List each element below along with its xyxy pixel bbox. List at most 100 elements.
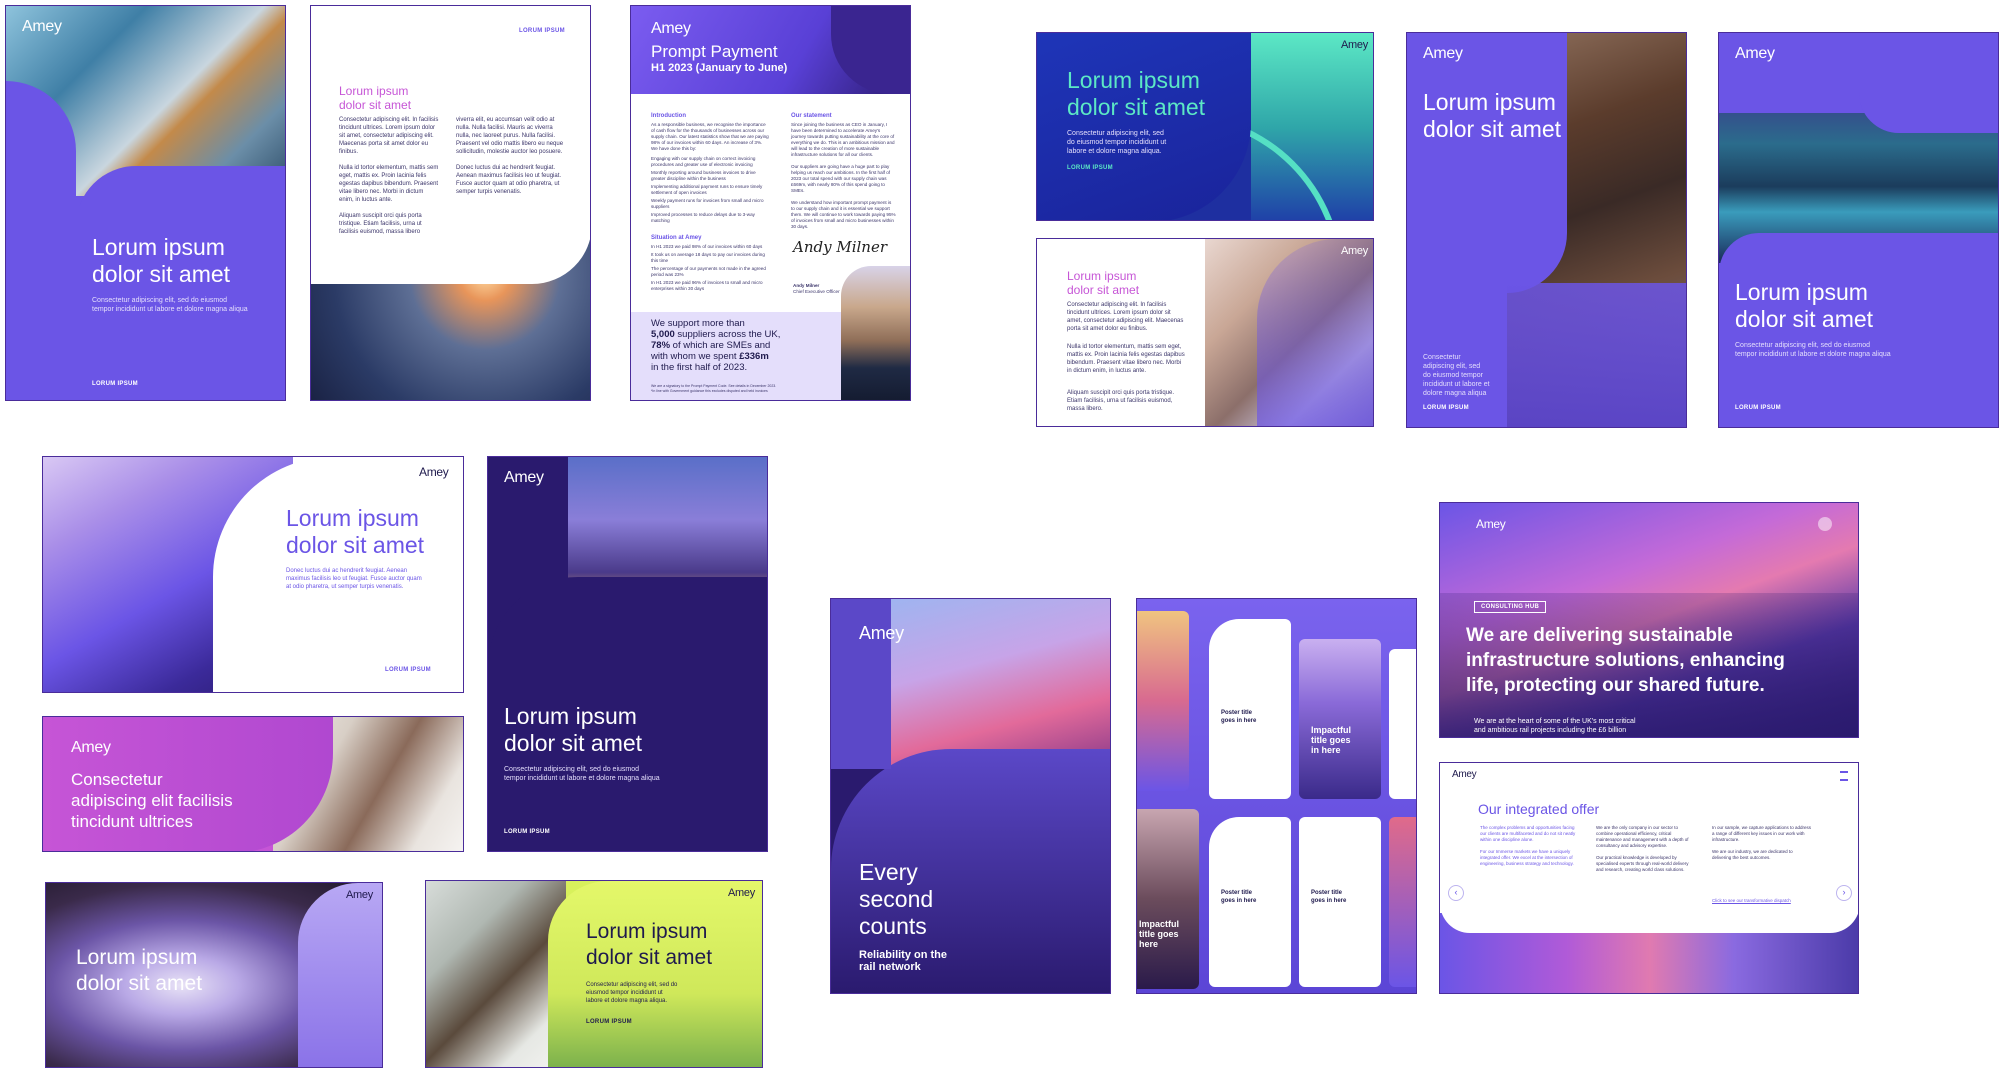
- doc-col-1: Consectetur adipiscing elit. In facilisi…: [339, 117, 439, 235]
- poster-brand: Amey: [1237, 643, 1267, 657]
- brand-logo: Amey: [504, 469, 544, 486]
- hero-title: We are delivering sustainable infrastruc…: [1466, 625, 1785, 696]
- poster-title: Impactful title goes in here: [1311, 725, 1352, 755]
- offer-col-1: The complex problems and opportunities f…: [1480, 825, 1576, 866]
- rail-subtitle: Reliability on the rail network: [859, 949, 948, 973]
- banner-title: Lorum ipsum dolor sit amet: [286, 505, 425, 558]
- banner-figure: 78%: [651, 340, 671, 351]
- poster-title: Poster title goes in here: [1221, 890, 1257, 904]
- lime-banner-card[interactable]: Amey Lorum ipsum dolor sit amet Consecte…: [425, 880, 763, 1068]
- poster: [1137, 809, 1199, 989]
- cover-card-1[interactable]: Amey Lorum ipsum dolor sit amet Consecte…: [5, 5, 286, 401]
- hamburger-icon[interactable]: [1840, 771, 1848, 781]
- situation-heading: Situation at Amey: [651, 235, 702, 241]
- magenta-banner-card[interactable]: Amey Consectetur adipiscing elit facilis…: [42, 716, 464, 852]
- bullet-item: Monthly reporting around business invoic…: [651, 170, 756, 181]
- report-title: Prompt Payment: [651, 42, 778, 61]
- banner-text: Donec luctus dui ac hendrerit feugiat. A…: [286, 568, 422, 590]
- brand-logo: Amey: [651, 20, 691, 37]
- brand-logo: Amey: [419, 465, 449, 479]
- carousel-prev-button[interactable]: ‹: [1448, 885, 1464, 901]
- poster-wall-card[interactable]: Amey Poster title goes in here Impactful…: [1136, 598, 1417, 994]
- report-footnote: We are a signatory to the Prompt Payment…: [651, 384, 777, 393]
- poster: [1389, 817, 1416, 987]
- poster-title: Impactful title goes here: [1139, 919, 1180, 949]
- cover-subtitle: Consectetur adipiscing elit, sed do eius…: [1735, 342, 1891, 358]
- offer-title: Our integrated offer: [1478, 801, 1600, 817]
- cover-title: Lorum ipsum dolor sit amet: [1735, 279, 1874, 332]
- brand-logo: Amey: [728, 887, 755, 899]
- purple-right-panel: [298, 883, 382, 1067]
- brand-logo: Amey: [1341, 245, 1368, 257]
- portrait-card-6[interactable]: Amey Lorum ipsum dolor sit amet Consecte…: [1406, 32, 1687, 428]
- tunnel-banner-card[interactable]: Amey Lorum ipsum dolor sit amet: [45, 882, 383, 1068]
- banner-title: Lorum ipsum dolor sit amet: [76, 946, 203, 995]
- signature: Andy Milner: [793, 238, 887, 256]
- hero-subtitle: We are at the heart of some of the UK's …: [1474, 718, 1636, 734]
- poster: [1299, 639, 1381, 799]
- portrait-title: Lorum ipsum dolor sit amet: [1423, 89, 1562, 142]
- offer-col-2: We are the only company in our sector to…: [1596, 825, 1689, 872]
- menu-button[interactable]: [1818, 517, 1832, 531]
- brand-logo: Amey: [1735, 45, 1775, 62]
- office-man-photo: [426, 881, 566, 1067]
- banner-tag: LORUM IPSUM: [385, 667, 431, 673]
- situation-list: In H1 2023 we paid 98% of our invoices w…: [651, 244, 769, 294]
- intro-bullets: Engaging with our supply chain on correc…: [651, 156, 769, 226]
- brand-logo: Amey: [1476, 517, 1506, 531]
- cover-title: Lorum ipsum dolor sit amet: [504, 703, 643, 756]
- cover-card-7[interactable]: Amey Lorum ipsum dolor sit amet Consecte…: [1718, 32, 1999, 428]
- lime-curve: [548, 881, 762, 1067]
- website-hero-card[interactable]: Amey CONSULTING HUB We are delivering su…: [1439, 502, 1859, 738]
- doc-paragraph-2: Nulla id tortor elementum, mattis sem eg…: [1067, 344, 1185, 374]
- bullet-item: Engaging with our supply chain on correc…: [651, 156, 756, 167]
- brand-logo: Amey: [22, 18, 62, 35]
- purple-curve: [1507, 33, 1567, 293]
- report-subtitle: H1 2023 (January to June): [651, 62, 788, 74]
- bullet-item: Implementing additional payment runs to …: [651, 184, 763, 195]
- rail-cover-card[interactable]: Amey Every second counts Reliability on …: [830, 598, 1111, 994]
- portrait-subtitle: Consectetur adipiscing elit, sed do eius…: [1423, 354, 1490, 397]
- cover-card-9[interactable]: Amey Lorum ipsum dolor sit amet Consecte…: [487, 456, 768, 852]
- banner-subtitle: Consectetur adipiscing elit, sed do eius…: [586, 982, 678, 1004]
- offer-link[interactable]: Click to see our transformative dispatch: [1712, 897, 1791, 905]
- offer-col-3: In our sample, we capture applications t…: [1712, 825, 1812, 860]
- brand-logo: Amey: [1452, 769, 1477, 780]
- prompt-payment-card[interactable]: Amey Prompt Payment H1 2023 (January to …: [630, 5, 911, 401]
- banner-title: Lorum ipsum dolor sit amet: [1067, 67, 1206, 120]
- banner-text-part: of which are SMEs and: [670, 340, 771, 351]
- document-card-2[interactable]: LORUM IPSUM Lorum ipsum dolor sit amet C…: [310, 5, 591, 401]
- doc-title: Lorum ipsum dolor sit amet: [1067, 269, 1140, 297]
- carousel-next-button[interactable]: ›: [1836, 885, 1852, 901]
- intro-heading: Introduction: [651, 113, 686, 119]
- poster-title: Poster title goes in here: [1311, 890, 1347, 904]
- rail-title: Every second counts: [859, 859, 934, 939]
- bullet-item: Improved processes to reduce delays due …: [651, 212, 755, 223]
- stairs-banner-card[interactable]: Amey Lorum ipsum dolor sit amet Donec lu…: [42, 456, 464, 693]
- intro-text: As a responsible business, we recognise …: [651, 122, 769, 151]
- situation-item: In H1 2023 we paid 98% of our invoices w…: [651, 244, 763, 249]
- banner-text-part: in the first half of 2023.: [651, 362, 748, 373]
- poster: [1389, 649, 1416, 799]
- poster-title: Poster title goes in here: [1221, 710, 1257, 724]
- hero-badge: CONSULTING HUB: [1474, 601, 1547, 613]
- blue-panel: [1037, 33, 1251, 220]
- bullet-item: Weekly payment runs for invoices from sm…: [651, 198, 764, 209]
- banner-title: Consectetur adipiscing elit facilisis ti…: [71, 770, 233, 831]
- website-offer-card[interactable]: Amey Our integrated offer The complex pr…: [1439, 762, 1859, 994]
- purple-overlay: [1507, 283, 1686, 427]
- doc-tag: LORUM IPSUM: [519, 28, 565, 34]
- brand-logo: Amey: [1423, 45, 1463, 62]
- situation-item: It took us on average 18 days to pay our…: [651, 252, 765, 263]
- doc-paragraph-1: Consectetur adipiscing elit. In facilisi…: [1067, 302, 1184, 332]
- statement-heading: Our statement: [791, 113, 832, 119]
- statement-text: Since joining the business as CEO in Jan…: [791, 122, 896, 229]
- situation-item: The percentage of our payments not made …: [651, 266, 766, 277]
- document-card-5[interactable]: Amey Lorum ipsum dolor sit amet Consecte…: [1036, 238, 1374, 427]
- banner-text-part: We support more than: [651, 318, 745, 329]
- doc-title: Lorum ipsum dolor sit amet: [339, 84, 412, 112]
- portrait-tag: LORUM IPSUM: [1423, 405, 1469, 411]
- cover-tag: LORUM IPSUM: [92, 381, 138, 387]
- banner-text-part: with whom we spent: [651, 351, 740, 362]
- teal-banner-card[interactable]: Amey Lorum ipsum dolor sit amet Consecte…: [1036, 32, 1374, 221]
